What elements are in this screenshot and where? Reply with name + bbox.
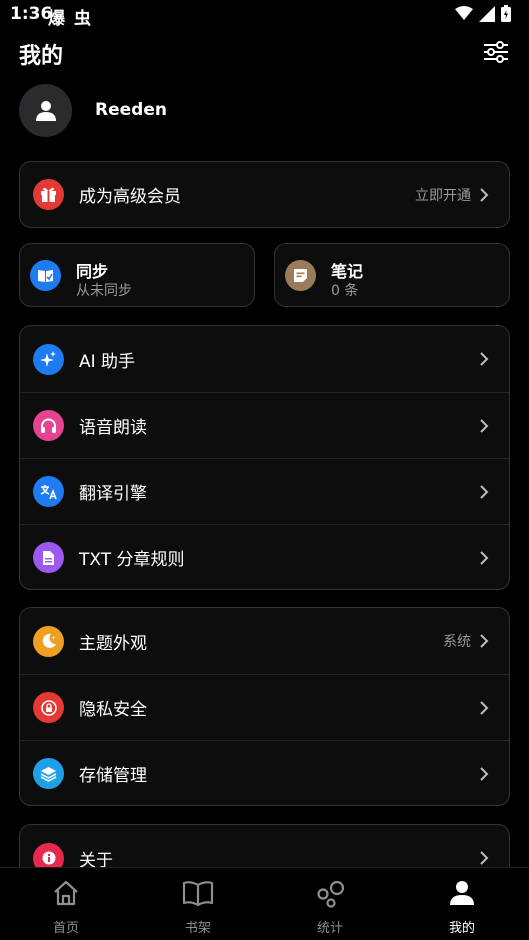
list-item-tts[interactable]: 语音朗读 — [20, 393, 509, 458]
list-item-label: 语音朗读 — [79, 418, 147, 438]
list-item-privacy[interactable]: 隐私安全 — [20, 675, 509, 740]
chevron-right-icon — [480, 418, 489, 433]
list-item-label: AI 助手 — [79, 351, 136, 372]
status-time: 1:36 — [10, 4, 53, 24]
chevron-right-icon — [480, 851, 489, 865]
notes-card[interactable]: 笔记 0 条 — [274, 243, 510, 307]
list-item-storage[interactable]: 存储管理 — [20, 741, 509, 806]
bottom-nav: 首页 书架 统计 我的 — [0, 867, 529, 940]
layers-icon — [33, 758, 64, 789]
list-item-ai-assistant[interactable]: AI 助手 — [20, 326, 509, 392]
stats-icon — [317, 880, 345, 908]
nav-home[interactable]: 首页 — [0, 868, 132, 940]
notes-title: 笔记 — [331, 262, 364, 281]
book-sync-icon — [30, 260, 61, 291]
battery-icon — [501, 5, 511, 22]
home-icon — [54, 880, 78, 906]
avatar[interactable] — [19, 84, 72, 137]
document-icon — [33, 542, 64, 573]
notes-subtitle: 0 条 — [331, 283, 359, 299]
notification-icon-1: 爆 — [48, 9, 65, 29]
translate-icon — [33, 476, 64, 507]
signal-icon — [479, 5, 495, 22]
list-item-translate[interactable]: 翻译引擎 — [20, 459, 509, 524]
nav-label: 统计 — [316, 921, 343, 936]
premium-card[interactable]: 成为高级会员 立即开通 — [19, 161, 510, 228]
note-icon — [285, 260, 316, 291]
list-item-theme[interactable]: 主题外观 系统 — [20, 608, 509, 674]
nav-mine[interactable]: 我的 — [396, 868, 528, 940]
gift-icon — [33, 179, 64, 210]
nav-label: 首页 — [52, 921, 79, 936]
sliders-icon — [484, 41, 508, 63]
list-item-label: 隐私安全 — [79, 700, 147, 720]
lock-icon — [33, 692, 64, 723]
list-item-label: 翻译引擎 — [79, 484, 147, 504]
nav-bookshelf[interactable]: 书架 — [132, 868, 264, 940]
wifi-icon — [455, 6, 473, 20]
sync-title: 同步 — [76, 262, 109, 281]
sync-subtitle: 从未同步 — [76, 283, 132, 299]
user-avatar-icon — [35, 100, 56, 121]
chevron-right-icon — [480, 484, 489, 499]
filter-settings-button[interactable] — [483, 40, 509, 64]
nav-label: 我的 — [448, 921, 475, 936]
user-icon — [450, 881, 474, 905]
list-item-label: 主题外观 — [79, 633, 147, 654]
list-item-label: 存储管理 — [79, 766, 147, 786]
book-icon — [182, 881, 214, 906]
profile-name[interactable]: Reeden — [95, 100, 167, 120]
nav-stats[interactable]: 统计 — [264, 868, 396, 940]
sparkle-icon — [33, 343, 64, 375]
chevron-right-icon — [480, 352, 489, 366]
chevron-right-icon — [480, 634, 489, 648]
features-group: AI 助手 语音朗读 翻译引擎 TXT 分章规则 — [19, 325, 510, 590]
chevron-right-icon — [480, 187, 489, 202]
settings-group: 主题外观 系统 隐私安全 存储管理 — [19, 607, 510, 806]
chevron-right-icon — [480, 700, 489, 715]
notification-icon-2: 虫 — [74, 9, 91, 29]
premium-label: 成为高级会员 — [79, 187, 181, 207]
list-item-txt-rules[interactable]: TXT 分章规则 — [20, 525, 509, 590]
theme-value: 系统 — [443, 634, 471, 650]
moon-icon — [33, 625, 64, 657]
headphones-icon — [33, 410, 64, 441]
premium-action: 立即开通 — [415, 187, 471, 204]
nav-label: 书架 — [184, 921, 211, 936]
status-bar: 1:36 爆 虫 — [0, 0, 529, 30]
list-item-label: TXT 分章规则 — [79, 550, 185, 570]
chevron-right-icon — [480, 766, 489, 781]
chevron-right-icon — [480, 550, 489, 565]
sync-card[interactable]: 同步 从未同步 — [19, 243, 255, 307]
page-title: 我的 — [19, 44, 64, 69]
